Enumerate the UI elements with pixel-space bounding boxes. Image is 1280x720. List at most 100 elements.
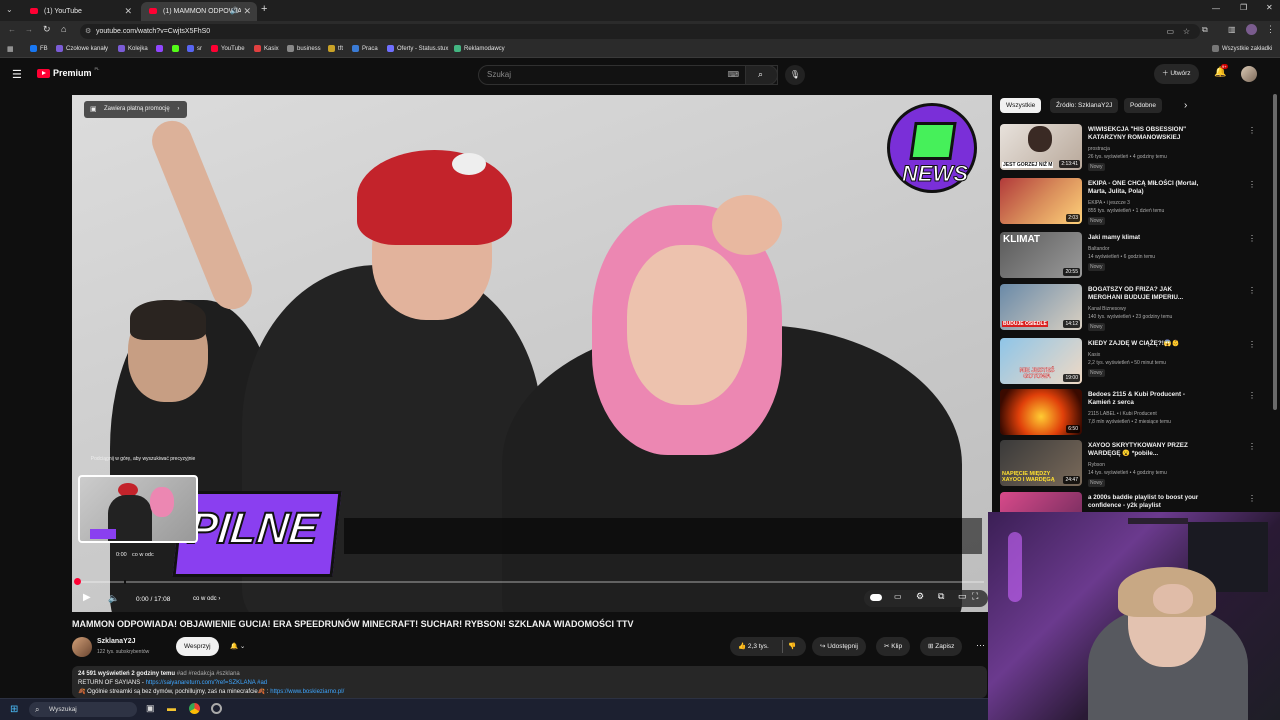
video-thumbnail[interactable]: JEST GORZEJ NIŻ M 2:13:41 [1000, 124, 1082, 170]
apps-grid-icon[interactable]: ▦ [7, 45, 14, 53]
back-icon[interactable]: ← [8, 25, 16, 34]
search-button[interactable]: ⌕ [745, 65, 778, 85]
video-thumbnail[interactable]: KLIMAT 20:55 [1000, 232, 1082, 278]
minimize-icon[interactable]: — [1212, 4, 1220, 13]
chip-all[interactable]: Wszystkie [1000, 98, 1042, 113]
list-item[interactable]: 6:50 Bedoes 2115 & Kubi Producent - Kami… [1000, 389, 1270, 441]
list-item[interactable]: 2:03 EKIPA - ONE CHCĄ MIŁOŚCI (Mortal, M… [1000, 178, 1270, 230]
video-thumbnail[interactable]: NIE JESTEŚ GOTOWA 19:00 [1000, 338, 1082, 384]
bookmark-item[interactable]: Oferty - Status.stux [387, 45, 448, 52]
new-tab-icon[interactable]: + [261, 3, 267, 15]
tab-list-icon[interactable]: ⌄ [6, 5, 13, 14]
channel-name[interactable]: EKIPA • i jeszcze 3 [1088, 200, 1130, 207]
search-input[interactable]: Szukaj ⌨ [478, 65, 778, 85]
bookmark-item[interactable]: YouTube [211, 45, 245, 52]
video-thumbnail[interactable]: BUDUJE OSIEDLE 14:12 [1000, 284, 1082, 330]
close-window-icon[interactable]: ✕ [1266, 3, 1273, 12]
more-actions-icon[interactable]: ⋮ [1248, 391, 1256, 400]
list-item[interactable]: a 2000s baddie playlist to boost your co… [1000, 492, 1270, 512]
settings-gear-icon[interactable]: ⚙ [916, 591, 924, 602]
chips-next-icon[interactable]: › [1184, 100, 1187, 111]
subscribed-bell-button[interactable]: 🔔 ⌄ [222, 637, 253, 656]
video-thumbnail[interactable]: 2:03 [1000, 178, 1082, 224]
channel-name[interactable]: Baltandor [1088, 246, 1109, 253]
close-tab-icon[interactable]: ✕ [243, 6, 251, 17]
chip-related[interactable]: Podobne [1124, 98, 1163, 113]
video-title[interactable]: Jaki mamy klimat [1088, 234, 1208, 242]
user-avatar[interactable] [1241, 66, 1257, 82]
sidebar-icon[interactable]: ▥ [1228, 25, 1236, 34]
site-info-icon[interactable]: ⚙ [85, 24, 91, 39]
voice-search-icon[interactable]: 🎙 [785, 65, 805, 85]
channel-name[interactable]: SzklanaY2J [97, 638, 136, 645]
video-title[interactable]: EKIPA - ONE CHCĄ MIŁOŚCI (Mortal, Marta,… [1088, 180, 1208, 196]
channel-name[interactable]: 2115 LABEL • i Kubi Producent [1088, 411, 1157, 418]
video-thumbnail[interactable]: 6:50 [1000, 389, 1082, 435]
video-title[interactable]: WIWISEKCJA "HIS OBSESSION" KATARZYNY ROM… [1088, 126, 1208, 142]
obs-icon[interactable] [211, 703, 222, 714]
tab-youtube[interactable]: (1) YouTube ✕ [22, 2, 138, 21]
all-bookmarks[interactable]: Wszystkie zakładki [1212, 45, 1272, 52]
maximize-icon[interactable]: ❐ [1240, 3, 1247, 12]
list-item[interactable]: JEST GORZEJ NIŻ M 2:13:41 WIWISEKCJA "HI… [1000, 124, 1270, 176]
menu-icon[interactable]: ⋮ [1266, 24, 1275, 35]
more-actions-icon[interactable]: ⋮ [1248, 234, 1256, 243]
fullscreen-icon[interactable]: ⛶ [972, 591, 978, 602]
channel-name[interactable]: Kasix [1088, 352, 1100, 359]
subtitles-icon[interactable]: ▭ [894, 592, 902, 601]
taskbar-search[interactable]: ⌕ Wyszukaj [29, 702, 137, 717]
home-icon[interactable]: ⌂ [61, 24, 66, 34]
chapter-title[interactable]: co w odc › [193, 596, 220, 602]
support-button[interactable]: Wesprzyj [176, 637, 219, 656]
more-actions-icon[interactable]: ⋯ [976, 640, 985, 651]
bookmark-item[interactable]: tft [328, 45, 343, 52]
bookmark-item[interactable]: Praca [352, 45, 378, 52]
video-title[interactable]: KIEDY ZAJDĘ W CIĄŻĘ?!😱👶 [1088, 340, 1208, 348]
more-actions-icon[interactable]: ⋮ [1248, 340, 1256, 349]
dislike-button[interactable]: 👎 [788, 637, 796, 656]
video-title[interactable]: XAYOO SKRYTYKOWANY PRZEZ WARDĘGĘ 😮 *pobi… [1088, 442, 1208, 458]
channel-avatar[interactable] [72, 637, 92, 657]
bookmark-item[interactable]: sr [187, 45, 202, 52]
bookmark-item[interactable] [172, 45, 179, 52]
audio-playing-icon[interactable]: 🔊 [230, 7, 239, 15]
bookmark-item[interactable] [156, 45, 163, 52]
channel-name[interactable]: Kanał Biznesowy [1088, 306, 1126, 313]
bookmark-item[interactable]: business [287, 45, 321, 52]
extensions-icon[interactable]: ⧉ [1202, 25, 1208, 35]
address-bar[interactable]: ⚙ youtube.com/watch?v=CwjtsX5FhS0 ▭ ☆ [80, 24, 1200, 39]
theater-mode-icon[interactable]: ▭ [958, 591, 967, 602]
save-button[interactable]: ⊞ Zapisz [920, 637, 963, 656]
cast-icon[interactable]: ▭ [1166, 24, 1174, 39]
hamburger-menu-icon[interactable]: ☰ [12, 68, 22, 81]
progress-bar[interactable] [78, 580, 984, 584]
volume-icon[interactable]: 🔈 [108, 593, 119, 604]
tab-active-video[interactable]: (1) MAMMON ODPOWIADA 🔊 ✕ [141, 2, 257, 21]
keyboard-icon[interactable]: ⌨ [727, 66, 739, 84]
bookmark-item[interactable]: Kasix [254, 45, 279, 52]
more-actions-icon[interactable]: ⋮ [1248, 494, 1256, 503]
clip-button[interactable]: ✂ Klip [876, 637, 911, 656]
video-title[interactable]: a 2000s baddie playlist to boost your co… [1088, 494, 1208, 510]
chrome-icon[interactable] [189, 703, 200, 714]
paid-promotion-badge[interactable]: ▣ Zawiera płatną promocję › [84, 101, 188, 118]
close-tab-icon[interactable]: ✕ [124, 6, 132, 17]
bookmark-item[interactable]: Kolejka [118, 45, 148, 52]
autoplay-toggle[interactable] [870, 594, 882, 601]
video-thumbnail[interactable] [1000, 492, 1082, 512]
share-button[interactable]: ↪ Udostępnij [812, 637, 866, 656]
reload-icon[interactable]: ↻ [43, 24, 51, 35]
channel-name[interactable]: Rybson [1088, 462, 1105, 469]
create-button[interactable]: ＋ Utwórz [1154, 64, 1199, 84]
description-link[interactable]: https://saiyanareturn.com/?ref=SZKLANA #… [146, 680, 268, 686]
more-actions-icon[interactable]: ⋮ [1248, 126, 1256, 135]
video-player[interactable]: ▣ Zawiera płatną promocję › NEWS PILNE P… [72, 95, 992, 612]
list-item[interactable]: NIE JESTEŚ GOTOWA 19:00 KIEDY ZAJDĘ W CI… [1000, 338, 1270, 390]
windows-start-icon[interactable]: ⊞ [10, 704, 18, 715]
scrubber-handle[interactable] [74, 578, 81, 585]
list-item[interactable]: KLIMAT 20:55 Jaki mamy klimat Baltandor … [1000, 232, 1270, 284]
profile-avatar[interactable] [1246, 24, 1257, 35]
video-thumbnail[interactable]: NAPIĘCIE MIĘDZY XAYOO I WARDĘGĄ 24:47 [1000, 440, 1082, 486]
bookmark-item[interactable]: FB [30, 45, 48, 52]
bookmark-item[interactable]: Reklamodawcy [454, 45, 505, 52]
